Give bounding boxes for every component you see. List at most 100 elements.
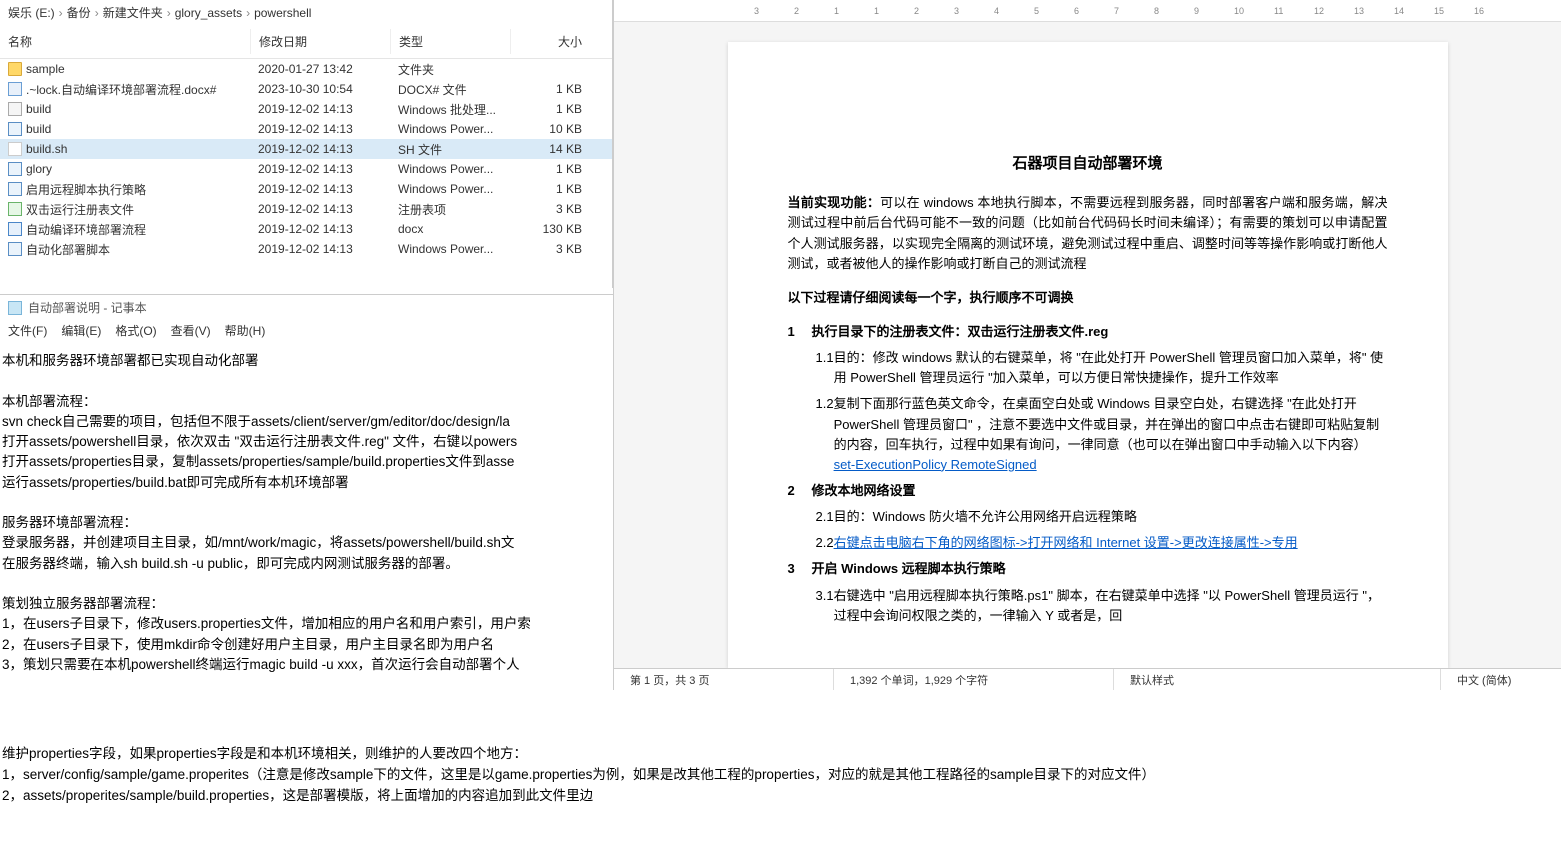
doc-paragraph: 当前实现功能：可以在 windows 本地执行脚本，不需要远程到服务器，同时部署… [788, 193, 1388, 274]
file-name: build [26, 122, 51, 136]
ruler-mark: 4 [994, 6, 999, 16]
notepad-title: 自动部署说明 - 记事本 [28, 299, 147, 316]
file-row[interactable]: 自动化部署脚本2019-12-02 14:13Windows Power...3… [0, 239, 612, 259]
status-words[interactable]: 1,392 个单词，1,929 个字符 [834, 669, 1114, 690]
file-name: glory [26, 162, 52, 176]
notepad-icon [8, 301, 22, 315]
ruler-mark: 3 [954, 6, 959, 16]
document-page[interactable]: 石器项目自动部署环境 当前实现功能：可以在 windows 本地执行脚本，不需要… [728, 42, 1448, 668]
menu-help[interactable]: 帮助(H) [225, 322, 266, 339]
menu-file[interactable]: 文件(F) [8, 322, 47, 339]
document-scroll[interactable]: 石器项目自动部署环境 当前实现功能：可以在 windows 本地执行脚本，不需要… [614, 22, 1561, 668]
ruler-mark: 3 [754, 6, 759, 16]
file-row[interactable]: glory 2019-12-02 14:13Windows Power...1 K… [0, 159, 612, 179]
file-row[interactable]: sample2020-01-27 13:42文件夹 [0, 59, 612, 79]
file-size: 130 KB [510, 222, 590, 236]
file-name: build.sh [26, 142, 67, 156]
file-name: .~lock.自动编译环境部署流程.docx# [26, 81, 216, 98]
breadcrumb-item[interactable]: 娱乐 (E:) [8, 4, 55, 21]
file-size: 1 KB [510, 182, 590, 196]
file-type: 文件夹 [390, 61, 510, 78]
ruler-mark: 1 [874, 6, 879, 16]
folder-icon [8, 62, 22, 76]
menu-format[interactable]: 格式(O) [115, 322, 156, 339]
status-lang[interactable]: 中文 (简体) [1441, 669, 1561, 690]
status-style[interactable]: 默认样式 [1114, 669, 1441, 690]
ps-icon [8, 122, 22, 136]
file-explorer: 娱乐 (E:)› 备份› 新建文件夹› glory_assets› powers… [0, 0, 613, 288]
file-date: 2019-12-02 14:13 [250, 162, 390, 176]
menu-edit[interactable]: 编辑(E) [61, 322, 101, 339]
command-link[interactable]: set-ExecutionPolicy RemoteSigned [834, 457, 1037, 472]
ruler-mark: 2 [914, 6, 919, 16]
menu-view[interactable]: 查看(V) [171, 322, 211, 339]
breadcrumb-item[interactable]: glory_assets [175, 6, 242, 20]
breadcrumb-item[interactable]: 新建文件夹 [103, 4, 163, 21]
ruler-mark: 8 [1154, 6, 1159, 16]
file-size: 1 KB [510, 102, 590, 116]
file-size: 10 KB [510, 122, 590, 136]
file-name: 启用远程脚本执行策略 [26, 181, 146, 198]
file-size: 1 KB [510, 162, 590, 176]
file-row[interactable]: 启用远程脚本执行策略 2019-12-02 14:13Windows Power.… [0, 179, 612, 199]
section-1: 1执行目录下的注册表文件：双击运行注册表文件.reg [788, 322, 1388, 342]
file-list: sample2020-01-27 13:42文件夹.~lock.自动编译环境部署… [0, 59, 612, 259]
file-date: 2019-12-02 14:13 [250, 182, 390, 196]
column-name[interactable]: 名称 [0, 29, 250, 54]
file-type: docx [390, 222, 510, 236]
notepad-window: 自动部署说明 - 记事本 文件(F) 编辑(E) 格式(O) 查看(V) 帮助(… [0, 294, 613, 814]
file-date: 2019-12-02 14:13 [250, 142, 390, 156]
column-type[interactable]: 类型 [390, 29, 510, 54]
ps-icon [8, 182, 22, 196]
ruler-mark: 12 [1314, 6, 1324, 16]
ruler-mark: 5 [1034, 6, 1039, 16]
file-date: 2023-10-30 10:54 [250, 82, 390, 96]
notepad-menubar: 文件(F) 编辑(E) 格式(O) 查看(V) 帮助(H) [0, 320, 613, 345]
file-row[interactable]: build.sh2019-12-02 14:13SH 文件14 KB [0, 139, 612, 159]
file-list-header: 名称 修改日期 类型 大小 [0, 25, 612, 59]
file-name: 自动编译环境部署流程 [26, 221, 146, 238]
notepad-content[interactable]: 本机和服务器环境部署都已实现自动化部署 本机部署流程： svn check自己需… [0, 345, 613, 681]
file-size: 3 KB [510, 242, 590, 256]
notepad-titlebar: 自动部署说明 - 记事本 [0, 295, 613, 320]
document-editor: 32112345678910111213141516 石器项目自动部署环境 当前… [613, 0, 1561, 690]
section-3-1: 3.1右键选中 "启用远程脚本执行策略.ps1" 脚本，在右键菜单中选择 "以 … [788, 586, 1388, 626]
status-page[interactable]: 第 1 页，共 3 页 [614, 669, 834, 690]
file-size: 14 KB [510, 142, 590, 156]
ruler-mark: 6 [1074, 6, 1079, 16]
column-date[interactable]: 修改日期 [250, 29, 390, 54]
chevron-right-icon: › [95, 6, 99, 20]
bottom-text[interactable]: 维护properties字段，如果properties字段是和本机环境相关，则维… [0, 740, 1561, 811]
breadcrumb-item[interactable]: 备份 [67, 4, 91, 21]
bat-icon [8, 102, 22, 116]
file-type: Windows Power... [390, 182, 510, 196]
ruler-mark: 11 [1274, 6, 1283, 16]
file-row[interactable]: .~lock.自动编译环境部署流程.docx# 2023-10-30 10:54D… [0, 79, 612, 99]
ps-icon [8, 162, 22, 176]
section-3: 3开启 Windows 远程脚本执行策略 [788, 559, 1388, 579]
file-row[interactable]: build2019-12-02 14:13Windows Power...10 … [0, 119, 612, 139]
column-size[interactable]: 大小 [510, 29, 590, 54]
ruler-mark: 15 [1434, 6, 1444, 16]
file-type: DOCX# 文件 [390, 81, 510, 98]
chevron-right-icon: › [246, 6, 250, 20]
breadcrumb-item[interactable]: powershell [254, 6, 311, 20]
file-row[interactable]: 自动编译环境部署流程 2019-12-02 14:13docx130 KB [0, 219, 612, 239]
doc-icon [8, 222, 22, 236]
ruler-mark: 1 [834, 6, 839, 16]
breadcrumb[interactable]: 娱乐 (E:)› 备份› 新建文件夹› glory_assets› powers… [0, 0, 612, 25]
file-date: 2019-12-02 14:13 [250, 122, 390, 136]
file-row[interactable]: build2019-12-02 14:13Windows 批处理...1 KB [0, 99, 612, 119]
ruler-mark: 9 [1194, 6, 1199, 16]
file-date: 2019-12-02 14:13 [250, 242, 390, 256]
file-row[interactable]: 双击运行注册表文件2019-12-02 14:13注册表项3 KB [0, 199, 612, 219]
section-2: 2修改本地网络设置 [788, 481, 1388, 501]
section-1-1: 1.1目的：修改 windows 默认的右键菜单，将 "在此处打开 PowerS… [788, 348, 1388, 388]
file-size: 3 KB [510, 202, 590, 216]
chevron-right-icon: › [59, 6, 63, 20]
ruler[interactable]: 32112345678910111213141516 [614, 0, 1561, 22]
docx-icon [8, 82, 22, 96]
doc-title: 石器项目自动部署环境 [788, 152, 1388, 175]
file-type: Windows Power... [390, 162, 510, 176]
file-date: 2019-12-02 14:13 [250, 222, 390, 236]
